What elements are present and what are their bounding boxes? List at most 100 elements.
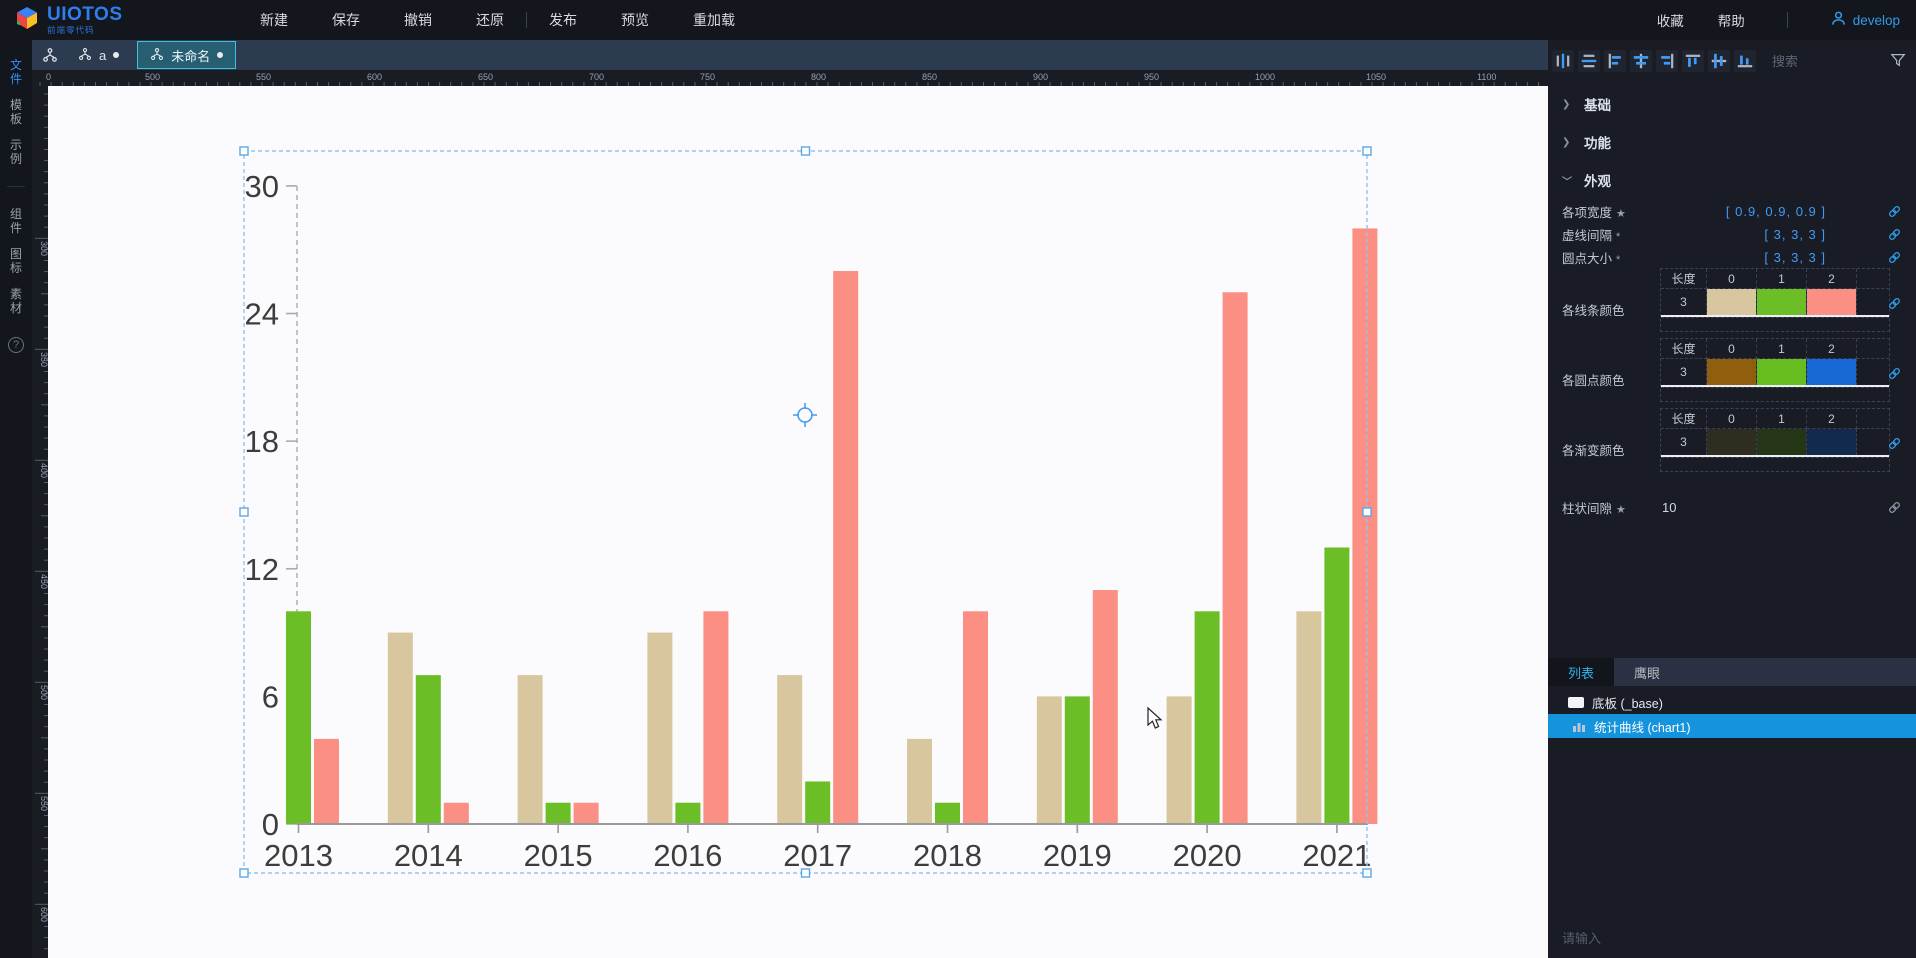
resize-handle[interactable]	[1362, 507, 1372, 517]
header-cell: 0	[1707, 269, 1757, 289]
menu-item-发布[interactable]: 发布	[549, 10, 577, 30]
quick-input[interactable]	[1562, 931, 1762, 946]
page-tab-未命名[interactable]: 未命名	[137, 41, 237, 69]
color-swatch[interactable]	[1707, 289, 1756, 315]
bind-link-icon[interactable]	[1887, 436, 1902, 451]
user-menu[interactable]: develop	[1830, 10, 1900, 30]
resize-handle[interactable]	[1362, 868, 1372, 878]
bar-2014-s1	[415, 675, 441, 824]
help-icon[interactable]: ?	[8, 337, 24, 353]
page-tab-a[interactable]: a	[66, 41, 131, 69]
color-cell[interactable]	[1807, 359, 1857, 385]
section-功能[interactable]: ❯ 功能	[1548, 130, 1916, 154]
color-table-row: 3	[1661, 429, 1889, 455]
prop-value[interactable]: 10	[1662, 500, 1676, 515]
layer-item-0[interactable]: 底板 (_base)	[1548, 690, 1916, 714]
resize-handle[interactable]	[800, 146, 811, 156]
align-top-icon[interactable]	[1682, 50, 1704, 72]
filter-icon[interactable]	[1890, 52, 1906, 73]
bar-2020-s2	[1222, 292, 1248, 824]
chart-widget[interactable]: 0 6 12 18 24 30 2013 2014 2015 2016 2017 2018 2019 20…	[48, 86, 1548, 958]
menu-item-新建[interactable]: 新建	[260, 10, 288, 30]
distribute-horizontal-icon[interactable]	[1552, 50, 1574, 72]
sidebar-item-图标[interactable]: 图标	[0, 241, 32, 281]
color-cell[interactable]	[1757, 359, 1807, 385]
color-swatch[interactable]	[1807, 289, 1856, 315]
distribute-vertical-icon[interactable]	[1578, 50, 1600, 72]
x-tick-label: 2013	[264, 838, 333, 873]
username: develop	[1852, 12, 1900, 28]
menu-item-还原[interactable]: 还原	[476, 10, 504, 30]
color-swatch[interactable]	[1757, 429, 1806, 455]
color-cell[interactable]	[1707, 359, 1757, 385]
color-swatch[interactable]	[1807, 359, 1856, 385]
x-tick-label: 2021	[1302, 838, 1371, 873]
color-cell[interactable]	[1757, 429, 1807, 455]
resize-handle[interactable]	[239, 146, 249, 156]
sidebar-item-模板[interactable]: 模板	[0, 92, 32, 132]
align-right-icon[interactable]	[1656, 50, 1678, 72]
transform-anchor-icon[interactable]	[793, 403, 817, 427]
app-logo[interactable]: UIOTOS 前端零代码	[0, 5, 240, 36]
sidebar-item-文件[interactable]: 文件	[0, 52, 32, 92]
prop-value[interactable]: [ 0.9, 0.9, 0.9 ]	[1726, 204, 1826, 219]
bind-link-icon[interactable]	[1887, 296, 1902, 311]
sidebar-item-示例[interactable]: 示例	[0, 132, 32, 172]
required-mark: ★	[1616, 503, 1626, 516]
user-icon	[1830, 10, 1847, 30]
align-bottom-icon[interactable]	[1734, 50, 1756, 72]
color-cell[interactable]	[1757, 289, 1807, 315]
align-center-vertical-icon[interactable]	[1630, 50, 1652, 72]
ruler-label: 650	[478, 72, 493, 82]
design-canvas[interactable]: 0 6 12 18 24 30 2013 2014 2015 2016 2017 2018 2019 20…	[48, 86, 1548, 958]
color-swatch[interactable]	[1707, 429, 1756, 455]
resize-handle[interactable]	[1362, 146, 1372, 156]
menu-item-保存[interactable]: 保存	[332, 10, 360, 30]
bind-link-icon[interactable]	[1887, 204, 1902, 219]
color-cell[interactable]	[1707, 289, 1757, 315]
length-cell: 3	[1661, 359, 1707, 385]
tab-label: 未命名	[171, 48, 211, 64]
resize-handle[interactable]	[239, 868, 249, 878]
bind-link-icon[interactable]	[1887, 227, 1902, 242]
menu-item-重加载[interactable]: 重加载	[693, 10, 735, 30]
search-input[interactable]	[1772, 54, 1882, 69]
favorite-button[interactable]: 收藏	[1657, 10, 1684, 30]
unsaved-dot-icon	[217, 52, 224, 58]
color-table-label-各线条颜色: 各线条颜色	[1562, 304, 1625, 318]
color-swatch[interactable]	[1757, 359, 1806, 385]
color-swatch[interactable]	[1757, 289, 1806, 315]
layer-item-1[interactable]: 统计曲线 (chart1)	[1548, 714, 1916, 738]
align-center-horizontal-icon[interactable]	[1708, 50, 1730, 72]
mouse-cursor-icon	[1147, 706, 1163, 729]
color-cell[interactable]	[1707, 429, 1757, 455]
help-button[interactable]: 帮助	[1718, 10, 1745, 30]
resize-handle[interactable]	[239, 507, 249, 517]
sidebar-item-组件[interactable]: 组件	[0, 201, 32, 241]
layers-tab-列表[interactable]: 列表	[1548, 658, 1615, 686]
color-cell[interactable]	[1807, 429, 1857, 455]
color-cell[interactable]	[1807, 289, 1857, 315]
required-mark: *	[1616, 230, 1621, 243]
sidebar-item-素材[interactable]: 素材	[0, 281, 32, 321]
section-基础[interactable]: ❯ 基础	[1548, 92, 1916, 116]
bind-link-icon[interactable]	[1887, 250, 1902, 265]
menu-item-预览[interactable]: 预览	[621, 10, 649, 30]
layer-item-label: 底板 (_base)	[1592, 696, 1663, 711]
resize-handle[interactable]	[800, 868, 811, 878]
section-label: 外观	[1584, 174, 1611, 189]
page-tree-icon	[150, 47, 164, 64]
align-left-icon[interactable]	[1604, 50, 1626, 72]
prop-value[interactable]: [ 3, 3, 3 ]	[1764, 227, 1826, 242]
menu-item-撤销[interactable]: 撤销	[404, 10, 432, 30]
bar-2021-s1	[1324, 547, 1350, 824]
layers-tab-鹰眼[interactable]: 鹰眼	[1614, 658, 1680, 686]
color-swatch[interactable]	[1807, 429, 1856, 455]
bind-link-icon[interactable]	[1887, 366, 1902, 381]
bind-link-icon[interactable]	[1887, 500, 1902, 515]
prop-value[interactable]: [ 3, 3, 3 ]	[1764, 250, 1826, 265]
color-swatch[interactable]	[1707, 359, 1756, 385]
page-tree-icon[interactable]	[42, 47, 58, 63]
page-tree-icon	[78, 47, 92, 64]
section-外观[interactable]: ﹀ 外观	[1548, 168, 1916, 192]
